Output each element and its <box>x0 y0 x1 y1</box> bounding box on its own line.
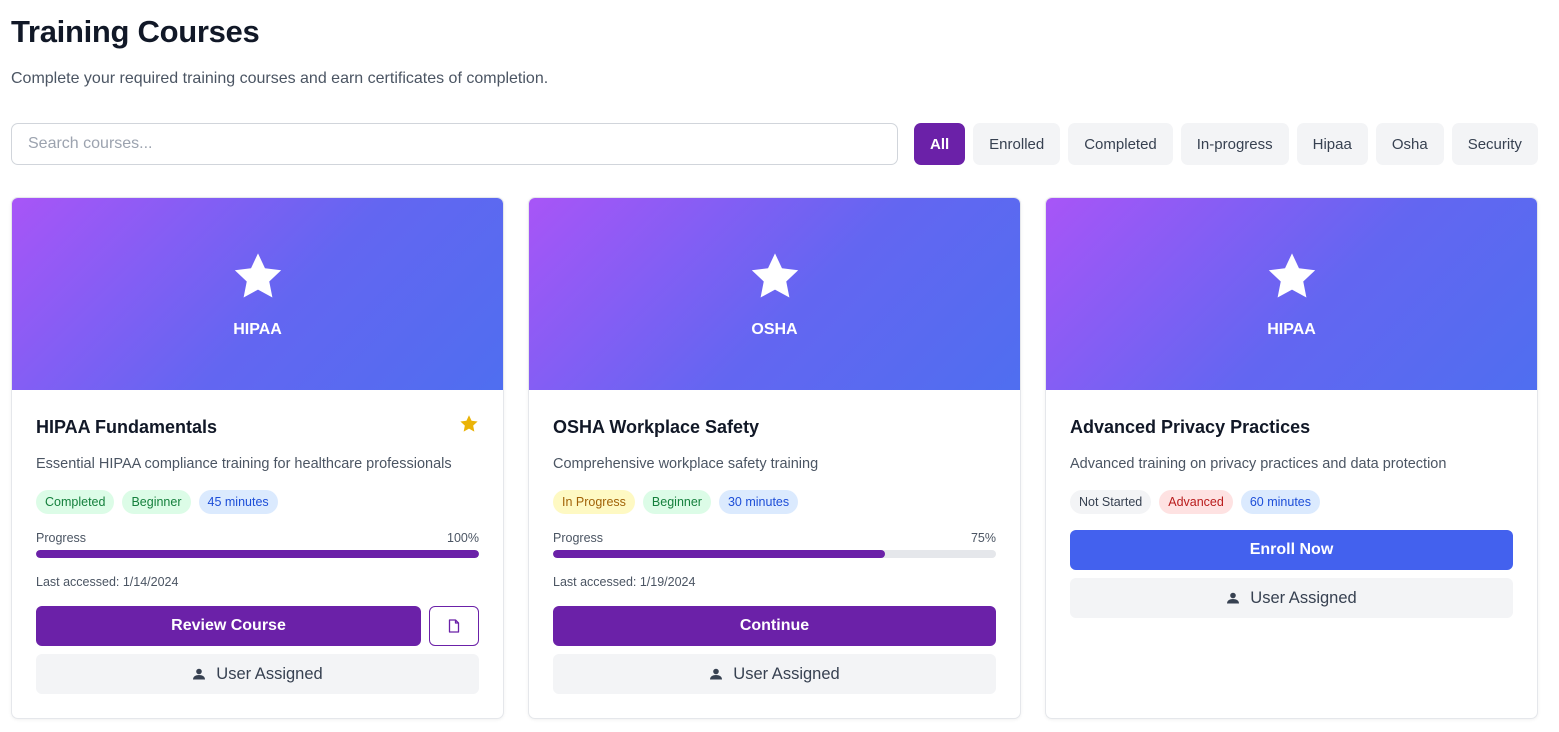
filter-osha[interactable]: Osha <box>1375 123 1444 165</box>
course-banner: OSHA <box>529 198 1020 390</box>
level-badge: Beginner <box>642 490 711 514</box>
course-category: HIPAA <box>1267 321 1316 338</box>
user-assigned-button[interactable]: User Assigned <box>553 654 996 694</box>
filter-enrolled[interactable]: Enrolled <box>973 123 1061 165</box>
course-badges: Completed Beginner 45 minutes <box>36 490 278 514</box>
user-assigned-button[interactable]: User Assigned <box>36 654 479 694</box>
course-category: HIPAA <box>233 321 282 338</box>
filter-all[interactable]: All <box>914 123 966 165</box>
status-badge: Not Started <box>1070 490 1152 514</box>
course-card-hipaa-fundamentals: HIPAA HIPAA Fundamentals Essential HIPAA… <box>11 197 504 719</box>
course-card-osha-workplace-safety: OSHA OSHA Workplace Safety Comprehensive… <box>528 197 1021 719</box>
filter-security[interactable]: Security <box>1451 123 1538 165</box>
page-title: Training Courses <box>11 14 260 49</box>
progress-fill <box>36 550 479 558</box>
user-icon <box>1227 592 1240 604</box>
star-icon <box>751 253 798 298</box>
user-assigned-label: User Assigned <box>733 664 840 683</box>
enroll-now-button[interactable]: Enroll Now <box>1070 530 1513 570</box>
star-icon <box>1268 253 1315 298</box>
filter-completed[interactable]: Completed <box>1068 123 1173 165</box>
course-category: OSHA <box>751 321 798 338</box>
duration-badge: 45 minutes <box>198 490 278 514</box>
course-banner: HIPAA <box>12 198 503 390</box>
favorite-star-icon[interactable] <box>459 414 479 434</box>
user-icon <box>193 668 206 680</box>
course-badges: Not Started Advanced 60 minutes <box>1070 490 1320 514</box>
user-icon <box>710 668 723 680</box>
status-badge: Completed <box>36 490 115 514</box>
progress-value: 100% <box>447 531 479 545</box>
course-banner: HIPAA <box>1046 198 1537 390</box>
filter-bar: All Enrolled Completed In-progress Hipaa… <box>914 123 1538 165</box>
course-title: OSHA Workplace Safety <box>553 417 760 437</box>
course-title: Advanced Privacy Practices <box>1070 417 1311 437</box>
continue-button[interactable]: Continue <box>553 606 996 646</box>
level-badge: Beginner <box>122 490 191 514</box>
star-icon <box>234 253 281 298</box>
search-input[interactable] <box>11 123 898 165</box>
duration-badge: 30 minutes <box>718 490 799 514</box>
course-description: Essential HIPAA compliance training for … <box>36 456 452 472</box>
progress-label: Progress <box>36 531 87 545</box>
course-description: Comprehensive workplace safety training <box>553 456 819 472</box>
document-icon <box>448 619 460 633</box>
progress-bar <box>36 550 479 558</box>
course-description: Advanced training on privacy practices a… <box>1070 456 1447 472</box>
progress-value: 75% <box>970 531 996 545</box>
filter-hipaa[interactable]: Hipaa <box>1296 123 1368 165</box>
user-assigned-button[interactable]: User Assigned <box>1070 578 1513 618</box>
course-card-advanced-privacy-practices: HIPAA Advanced Privacy Practices Advance… <box>1045 197 1538 719</box>
progress-label: Progress <box>553 531 604 545</box>
progress-fill <box>553 550 886 558</box>
page-subtitle: Complete your required training courses … <box>11 70 549 87</box>
course-title: HIPAA Fundamentals <box>36 417 218 437</box>
duration-badge: 60 minutes <box>1240 490 1320 514</box>
progress-bar <box>553 550 996 558</box>
user-assigned-label: User Assigned <box>1250 588 1357 607</box>
certificate-button[interactable] <box>429 606 479 646</box>
last-accessed: Last accessed: 1/14/2024 <box>36 575 179 589</box>
last-accessed: Last accessed: 1/19/2024 <box>553 575 696 589</box>
filter-in-progress[interactable]: In-progress <box>1180 123 1289 165</box>
course-badges: In Progress Beginner 30 minutes <box>553 490 799 514</box>
user-assigned-label: User Assigned <box>216 664 323 683</box>
level-badge: Advanced <box>1159 490 1233 514</box>
status-badge: In Progress <box>553 490 635 514</box>
review-course-button[interactable]: Review Course <box>36 606 421 646</box>
